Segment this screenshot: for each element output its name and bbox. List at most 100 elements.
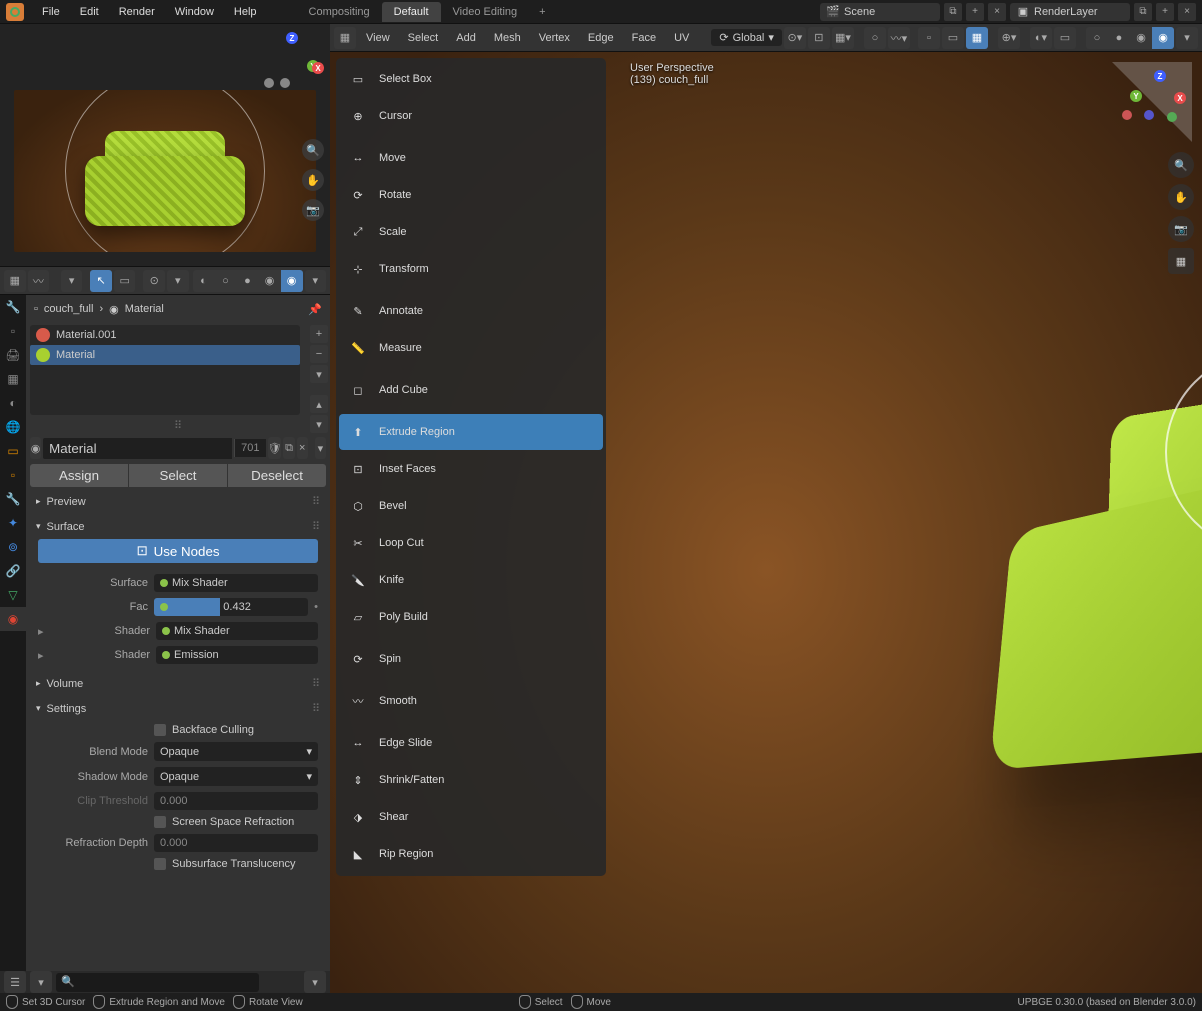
camera-view-button[interactable]: 📷 xyxy=(1168,216,1194,242)
vp-menu-select[interactable]: Select xyxy=(400,32,447,44)
material-link-dropdown[interactable]: ▾ xyxy=(315,437,326,459)
fake-user-button[interactable]: 🛡 xyxy=(268,437,282,459)
axis-z-icon[interactable]: Z xyxy=(286,32,298,44)
pivot-dropdown[interactable]: ⊙ xyxy=(143,270,165,292)
vp-shade-options[interactable]: ▾ xyxy=(1176,27,1198,49)
zoom-button[interactable]: 🔍 xyxy=(1168,152,1194,178)
shade-flat-button[interactable]: ◐ xyxy=(193,270,215,292)
shade-wire-button[interactable]: ○ xyxy=(215,270,237,292)
backface-culling-checkbox[interactable] xyxy=(154,724,166,736)
select-mode-box[interactable]: ▭ xyxy=(114,270,136,292)
material-move-down-button[interactable]: ▾ xyxy=(310,415,328,433)
scene-browse-button[interactable]: ⧉ xyxy=(944,3,962,21)
tab-physics[interactable]: ⊚ xyxy=(0,535,26,559)
tab-scene[interactable]: ◐ xyxy=(0,391,26,415)
layer-browse-button[interactable]: ⧉ xyxy=(1134,3,1152,21)
tool-knife[interactable]: 🔪Knife xyxy=(339,562,603,598)
tab-tool[interactable]: 🔧 xyxy=(0,295,26,319)
tool-transform[interactable]: ⊹Transform xyxy=(339,251,603,287)
axis-y-icon[interactable]: Y xyxy=(1130,90,1142,102)
sss-checkbox[interactable] xyxy=(154,858,166,870)
overlay-toggle[interactable]: ◐▾ xyxy=(1030,27,1052,49)
vp-menu-uv[interactable]: UV xyxy=(666,32,697,44)
material-duplicate-button[interactable]: ⧉ xyxy=(283,437,294,459)
deselect-button[interactable]: Deselect xyxy=(227,464,326,487)
vp-shade-rendered[interactable]: ◉ xyxy=(1152,27,1174,49)
tool-loop-cut[interactable]: ✂Loop Cut xyxy=(339,525,603,561)
tool-cursor[interactable]: ⊕Cursor xyxy=(339,98,603,134)
zoom-button[interactable]: 🔍 xyxy=(302,139,324,161)
section-settings-header[interactable]: ▾ Settings ⠿ xyxy=(30,698,326,719)
vp-menu-add[interactable]: Add xyxy=(448,32,484,44)
menu-window[interactable]: Window xyxy=(165,6,224,18)
fac-prop-slider[interactable]: 0.432 xyxy=(154,598,308,616)
tab-constraints[interactable]: 🔗 xyxy=(0,559,26,583)
editor-type-button[interactable]: ▦ xyxy=(4,270,26,292)
material-add-button[interactable]: + xyxy=(310,325,328,343)
section-preview-header[interactable]: ▸ Preview ⠿ xyxy=(30,491,326,512)
view-dropdown[interactable]: ▾ xyxy=(61,270,83,292)
select-button[interactable]: Select xyxy=(128,464,227,487)
material-remove-button[interactable]: − xyxy=(310,345,328,363)
select-mode-tweak[interactable]: ↖ xyxy=(90,270,112,292)
menu-help[interactable]: Help xyxy=(224,6,267,18)
menu-edit[interactable]: Edit xyxy=(70,6,109,18)
tab-object[interactable]: ▫ xyxy=(0,463,26,487)
tool-measure[interactable]: 📏Measure xyxy=(339,330,603,366)
shadow-mode-select[interactable]: Opaque▾ xyxy=(154,767,318,786)
render-preview[interactable] xyxy=(14,90,316,252)
orientation-dropdown[interactable]: ⟳ Global▾ xyxy=(711,29,782,46)
prop-edit-toggle[interactable]: ○ xyxy=(864,27,886,49)
blend-mode-select[interactable]: Opaque▾ xyxy=(154,742,318,761)
layer-new-button[interactable]: + xyxy=(1156,3,1174,21)
snap-toggle[interactable]: ⊡ xyxy=(808,27,830,49)
material-browse-button[interactable]: ◉ xyxy=(30,437,41,459)
tool-spin[interactable]: ⟳Spin xyxy=(339,641,603,677)
shader1-prop-value[interactable]: Mix Shader xyxy=(156,622,318,640)
breadcrumb-object[interactable]: couch_full xyxy=(44,303,94,315)
workspace-default[interactable]: Default xyxy=(382,2,441,22)
material-unlink-button[interactable]: × xyxy=(297,437,308,459)
layer-selector[interactable]: ▣ RenderLayer xyxy=(1010,3,1130,21)
perspective-toggle-button[interactable]: ▦ xyxy=(1168,248,1194,274)
section-surface-header[interactable]: ▾ Surface ⠿ xyxy=(30,516,326,537)
shade-options-button[interactable]: ▾ xyxy=(305,270,327,292)
breadcrumb-material[interactable]: Material xyxy=(125,303,164,315)
vp-menu-mesh[interactable]: Mesh xyxy=(486,32,529,44)
vp-menu-edge[interactable]: Edge xyxy=(580,32,622,44)
mesh-object-couch[interactable] xyxy=(950,332,1202,872)
tab-viewlayer[interactable]: ▦ xyxy=(0,367,26,391)
tab-modifiers[interactable]: 🔧 xyxy=(0,487,26,511)
tool-select-box[interactable]: ▭Select Box xyxy=(339,61,603,97)
tab-particles[interactable]: ✦ xyxy=(0,511,26,535)
shader2-prop-value[interactable]: Emission xyxy=(156,646,318,664)
mode-dropdown[interactable]: 〰 xyxy=(28,270,50,292)
editor-type-button[interactable]: ▦ xyxy=(334,27,356,49)
viewport-nav-gizmo[interactable]: Z Y X xyxy=(1112,62,1192,142)
material-users-count[interactable]: 701 xyxy=(234,439,265,457)
axis-z-icon[interactable]: Z xyxy=(1154,70,1166,82)
surface-prop-value[interactable]: Mix Shader xyxy=(154,574,318,592)
tool-bevel[interactable]: ⬡Bevel xyxy=(339,488,603,524)
tool-scale[interactable]: ⤢Scale xyxy=(339,214,603,250)
shade-render-button[interactable]: ◉ xyxy=(281,270,303,292)
pan-button[interactable]: ✋ xyxy=(302,169,324,191)
tab-render[interactable]: ▫ xyxy=(0,319,26,343)
workspace-add-button[interactable]: + xyxy=(529,2,555,22)
vp-menu-view[interactable]: View xyxy=(358,32,398,44)
material-name-field[interactable] xyxy=(43,438,232,459)
tool-rip-region[interactable]: ◣Rip Region xyxy=(339,836,603,872)
workspace-compositing[interactable]: Compositing xyxy=(297,2,382,22)
pan-button[interactable]: ✋ xyxy=(1168,184,1194,210)
shade-matcap-button[interactable]: ◉ xyxy=(259,270,281,292)
tool-edge-slide[interactable]: ↔Edge Slide xyxy=(339,725,603,761)
mesh-select-vertex[interactable]: ▫ xyxy=(918,27,940,49)
menu-render[interactable]: Render xyxy=(109,6,165,18)
prop-edit-dropdown[interactable]: 〰▾ xyxy=(888,27,910,49)
layer-delete-button[interactable]: × xyxy=(1178,3,1196,21)
snap-dropdown[interactable]: ▦▾ xyxy=(832,27,854,49)
tool-inset-faces[interactable]: ⊡Inset Faces xyxy=(339,451,603,487)
gizmo-toggle[interactable]: ⊕▾ xyxy=(998,27,1020,49)
scene-new-button[interactable]: + xyxy=(966,3,984,21)
axis-x-icon[interactable]: X xyxy=(1174,92,1186,104)
